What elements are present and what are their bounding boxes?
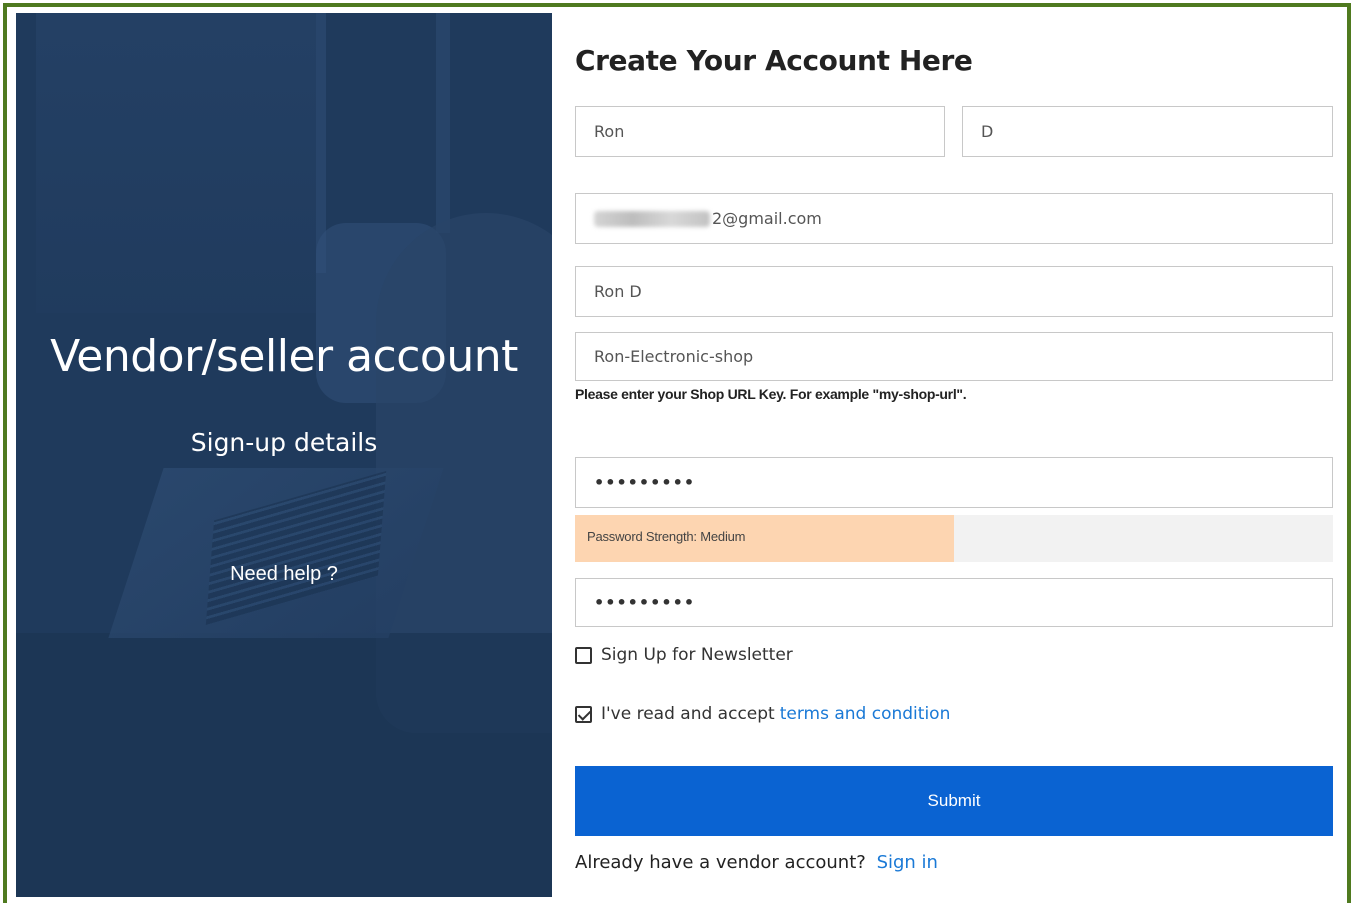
signin-link[interactable]: Sign in xyxy=(877,852,938,873)
shop-url-hint: Please enter your Shop URL Key. For exam… xyxy=(575,386,967,402)
newsletter-checkbox[interactable] xyxy=(575,646,592,664)
need-help-link[interactable]: Need help ? xyxy=(16,563,552,586)
password-strength-meter: Password Strength: Medium xyxy=(575,515,1333,562)
hero-panel: Vendor/seller account Sign-up details Ne… xyxy=(16,13,552,897)
shop-name-value: Ron D xyxy=(594,282,642,301)
shop-url-value: Ron-Electronic-shop xyxy=(594,347,754,366)
shop-url-field[interactable]: Ron-Electronic-shop xyxy=(575,332,1333,381)
submit-button[interactable]: Submit xyxy=(575,766,1333,836)
background-photo-window xyxy=(36,13,316,313)
terms-option: I've read and accept terms and condition xyxy=(575,704,950,724)
hero-title: Vendor/seller account xyxy=(50,331,518,382)
email-field[interactable]: 2@gmail.com xyxy=(575,193,1333,244)
hero-subtitle: Sign-up details xyxy=(190,428,378,457)
email-redacted-blur xyxy=(594,210,710,227)
confirm-password-mask: ••••••••• xyxy=(594,593,696,612)
terms-link[interactable]: terms and condition xyxy=(780,704,951,724)
first-name-value: Ron xyxy=(594,122,625,141)
newsletter-option: Sign Up for Newsletter xyxy=(575,645,793,665)
terms-label: I've read and accept xyxy=(601,704,775,724)
password-mask: ••••••••• xyxy=(594,473,696,492)
confirm-password-field[interactable]: ••••••••• xyxy=(575,578,1333,627)
signin-prefix: Already have a vendor account? xyxy=(575,852,866,873)
newsletter-label[interactable]: Sign Up for Newsletter xyxy=(601,645,793,665)
email-value-suffix: 2@gmail.com xyxy=(712,209,822,228)
last-name-value: D xyxy=(981,122,994,141)
terms-checkbox[interactable] xyxy=(575,705,592,723)
first-name-field[interactable]: Ron xyxy=(575,106,945,157)
signin-prompt: Already have a vendor account? Sign in xyxy=(575,852,938,873)
last-name-field[interactable]: D xyxy=(962,106,1333,157)
password-field[interactable]: ••••••••• xyxy=(575,457,1333,508)
password-strength-label: Password Strength: Medium xyxy=(587,529,746,544)
shop-name-field[interactable]: Ron D xyxy=(575,266,1333,317)
background-photo-desk xyxy=(16,633,552,897)
page-title: Create Your Account Here xyxy=(575,44,973,77)
background-photo-detail xyxy=(436,13,450,233)
